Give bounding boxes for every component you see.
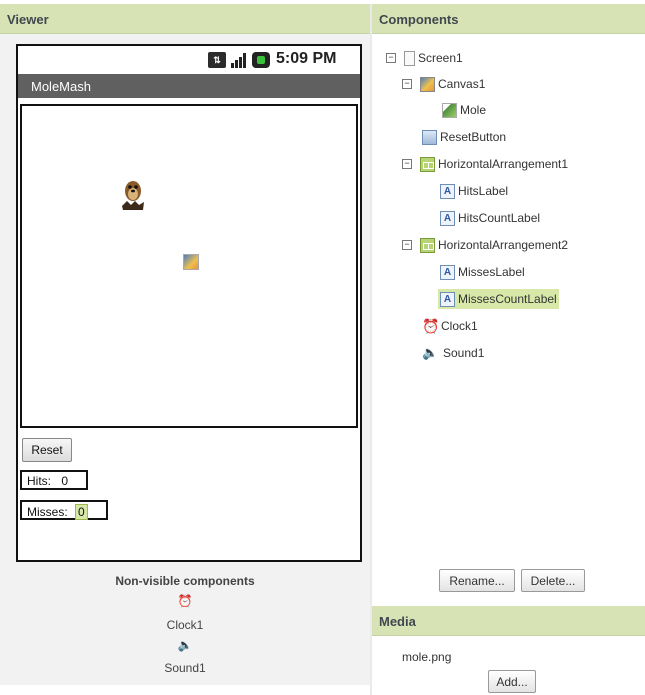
clock-icon: ⏰ [422,317,440,334]
tree-item-misseslabel[interactable]: A MissesLabel [440,262,525,282]
media-file-item[interactable]: mole.png [402,650,451,664]
nonvisible-clock[interactable]: Clock1 [0,618,370,632]
tree-item-label[interactable]: Screen1 [418,51,463,65]
tree-item-screen1[interactable]: − Screen1 [386,48,463,68]
button-icon [422,129,437,145]
viewer-header: Viewer [0,4,370,34]
tree-item-hitscountlabel[interactable]: A HitsCountLabel [440,208,540,228]
collapse-icon[interactable]: − [402,240,412,250]
horizontal-arrangement-icon [420,156,435,172]
hits-count-label[interactable]: 0 [61,474,68,488]
canvas-icon [420,76,435,92]
horizontal-arrangement-icon [420,237,435,253]
nonvisible-sound[interactable]: Sound1 [0,661,370,675]
speaker-icon: 🔈 [177,638,193,652]
speaker-icon: 🔈 [422,344,439,360]
canvas-icon [183,254,199,270]
components-header: Components [372,4,645,34]
tree-item-label[interactable]: MissesCountLabel [458,292,557,306]
tree-item-label[interactable]: MissesLabel [458,265,525,279]
hits-label[interactable]: Hits: [27,474,51,488]
media-header: Media [372,606,645,636]
screen-icon [404,50,415,66]
tree-item-clock1[interactable]: ⏰ Clock1 [422,316,478,336]
tree-item-label[interactable]: Mole [460,103,486,117]
reset-button[interactable]: Reset [22,438,72,462]
status-time: 5:09 PM [276,50,337,67]
hits-arrangement[interactable]: Hits: 0 [20,470,88,490]
collapse-icon[interactable]: − [402,79,412,89]
label-icon: A [440,210,455,226]
viewer-panel: ⇅ 5:09 PM MoleMash Reset Hits: 0 Misses:… [0,34,370,685]
label-icon: A [440,264,455,280]
nonvisible-components-title: Non-visible components [115,574,255,588]
image-sprite-icon [442,102,457,118]
components-panel: − Screen1 − Canvas1 Mole ResetButton − H… [372,34,645,601]
misses-count-label[interactable]: 0 [75,504,88,520]
clock-icon: ⏰ [177,594,193,608]
tree-item-label[interactable]: HorizontalArrangement1 [438,157,568,171]
tree-item-label[interactable]: Clock1 [441,319,478,333]
rename-button[interactable]: Rename... [439,569,515,592]
tree-item-label[interactable]: HorizontalArrangement2 [438,238,568,252]
tree-item-hitslabel[interactable]: A HitsLabel [440,181,508,201]
collapse-icon[interactable]: − [402,159,412,169]
tree-item-label[interactable]: Sound1 [443,346,484,360]
delete-button[interactable]: Delete... [521,569,585,592]
add-media-button[interactable]: Add... [488,670,536,693]
signal-icon [230,52,248,68]
tree-item-horizontalarrangement2[interactable]: − HorizontalArrangement2 [402,235,568,255]
label-icon: A [440,183,455,199]
app-title: MoleMash [18,74,360,98]
misses-arrangement[interactable]: Misses: 0 [20,500,108,520]
status-bar: ⇅ 5:09 PM [18,46,360,74]
tree-item-label[interactable]: Canvas1 [438,77,485,91]
tree-item-resetbutton[interactable]: ResetButton [422,127,506,147]
battery-icon [252,52,270,68]
dual-sim-icon: ⇅ [208,52,226,68]
label-icon: A [440,291,455,307]
tree-item-label[interactable]: ResetButton [440,130,506,144]
tree-item-label[interactable]: HitsLabel [458,184,508,198]
tree-item-mole[interactable]: Mole [442,100,486,120]
tree-item-canvas1[interactable]: − Canvas1 [402,74,485,94]
tree-item-sound1[interactable]: 🔈 Sound1 [422,343,484,363]
tree-item-horizontalarrangement1[interactable]: − HorizontalArrangement1 [402,154,568,174]
mole-sprite[interactable] [119,176,147,216]
tree-item-label[interactable]: HitsCountLabel [458,211,540,225]
misses-label[interactable]: Misses: [27,505,68,519]
tree-item-missescountlabel[interactable]: A MissesCountLabel [438,289,559,309]
canvas-preview[interactable] [20,104,358,428]
phone-preview: ⇅ 5:09 PM MoleMash Reset Hits: 0 Misses:… [16,44,362,562]
collapse-icon[interactable]: − [386,53,396,63]
